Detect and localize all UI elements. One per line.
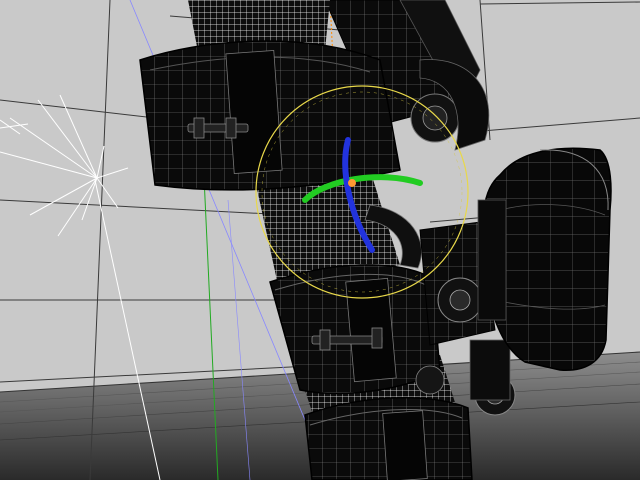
- 3d-viewport[interactable]: [0, 0, 640, 480]
- gizmo-center-handle[interactable]: [348, 179, 356, 187]
- viewport-canvas[interactable]: [0, 0, 640, 480]
